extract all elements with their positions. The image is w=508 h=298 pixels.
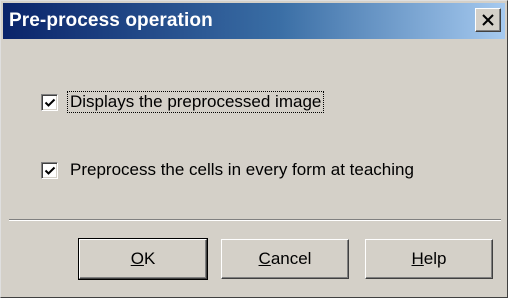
help-label-rest: elp [423,249,447,268]
separator [9,219,501,221]
ok-button[interactable]: OK [78,238,208,280]
preprocess-cells-checkbox[interactable] [41,161,58,179]
checkmark-icon [44,98,56,107]
cancel-button[interactable]: Cancel [221,239,349,279]
title-bar[interactable]: Pre-process operation [3,3,505,39]
checkmark-icon [44,166,56,175]
window-title: Pre-process operation [9,10,213,31]
help-mnemonic: H [411,249,424,268]
option-preprocess-cells[interactable]: Preprocess the cells in every form at te… [41,157,416,183]
close-icon [482,14,494,26]
help-button[interactable]: Help [365,239,493,279]
option-display-preprocessed[interactable]: Displays the preprocessed image [41,89,325,115]
pre-process-dialog: Pre-process operation Displays the prepr… [0,0,508,298]
ok-mnemonic: O [130,249,144,268]
ok-label-rest: K [143,249,156,268]
display-preprocessed-label[interactable]: Displays the preprocessed image [66,91,325,113]
display-preprocessed-checkbox[interactable] [41,93,58,111]
cancel-mnemonic: C [258,249,271,268]
cancel-label-rest: ancel [270,249,312,268]
close-button[interactable] [475,8,501,32]
preprocess-cells-label[interactable]: Preprocess the cells in every form at te… [68,160,416,180]
